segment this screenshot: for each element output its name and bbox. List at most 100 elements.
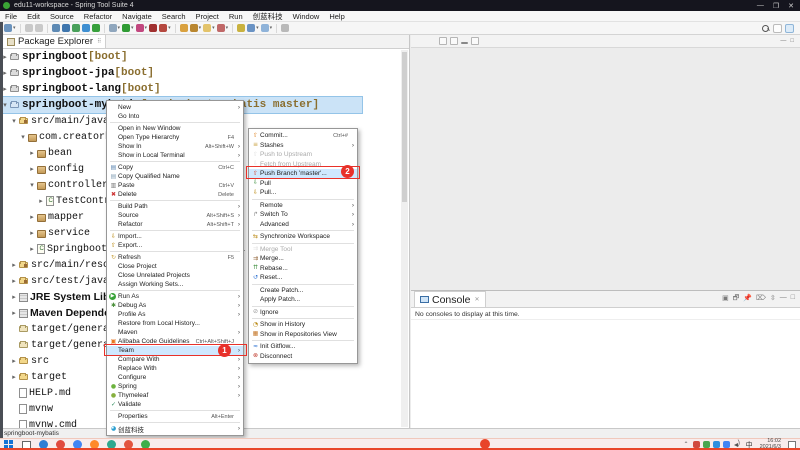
menu-item-import[interactable]: ⇩Import... bbox=[107, 232, 243, 241]
minimize-view-icon[interactable]: — bbox=[780, 38, 786, 44]
tree-expander-icon[interactable]: ▸ bbox=[10, 261, 18, 269]
menubar-item-help[interactable]: Help bbox=[324, 11, 349, 22]
tray-blue-icon[interactable] bbox=[713, 441, 720, 448]
menubar-item-window[interactable]: Window bbox=[288, 11, 325, 22]
menu-item-close-project[interactable]: Close Project bbox=[107, 262, 243, 271]
tree-item-springboot-jpa[interactable]: ▸springboot-jpa [boot] bbox=[0, 65, 409, 81]
menu-item-maven[interactable]: Maven› bbox=[107, 328, 243, 337]
tray-green-icon[interactable] bbox=[703, 441, 710, 448]
toolbar-new-server-button[interactable] bbox=[72, 24, 80, 32]
tree-expander-icon[interactable]: ▸ bbox=[37, 197, 45, 205]
menu-item-ignore[interactable]: ⊘Ignore bbox=[249, 308, 357, 318]
menu-item-rebase[interactable]: ⇈Rebase... bbox=[249, 264, 357, 274]
close-console-tab-icon[interactable]: ✕ bbox=[475, 296, 480, 303]
toolbar-pin-editor-button[interactable] bbox=[281, 24, 289, 32]
toolbar-last-edit-button[interactable] bbox=[237, 24, 245, 32]
menubar-item-source[interactable]: Source bbox=[45, 11, 79, 22]
menubar-item-refactor[interactable]: Refactor bbox=[79, 11, 117, 22]
quick-access-search-icon[interactable] bbox=[762, 25, 769, 32]
toolbar-terminal-button[interactable] bbox=[52, 24, 60, 32]
java-perspective-icon[interactable] bbox=[785, 24, 794, 33]
menu-item-show-in-repositories-view[interactable]: ▦Show in Repositories View bbox=[249, 330, 357, 340]
tray-chevron-icon[interactable]: ⌃ bbox=[684, 441, 689, 448]
scrollbar-thumb[interactable] bbox=[402, 52, 407, 202]
menu-item-refresh[interactable]: ↻RefreshF5 bbox=[107, 253, 243, 262]
console-maximize-icon[interactable]: □ bbox=[791, 294, 795, 305]
console-minimize-icon[interactable]: — bbox=[780, 294, 787, 305]
console-clear-console-icon[interactable]: ⌦ bbox=[756, 294, 766, 305]
toolbar-stop-button[interactable] bbox=[149, 24, 157, 32]
tree-item-springboot-lang[interactable]: ▸springboot-lang [boot] bbox=[0, 81, 409, 97]
tab-package-explorer[interactable]: Package Explorer ⠿ bbox=[2, 34, 106, 48]
toolbar-save-button[interactable] bbox=[25, 24, 33, 32]
menu-item-disconnect[interactable]: ⊗Disconnect bbox=[249, 352, 357, 362]
menu-item-go-into[interactable]: Go Into bbox=[107, 112, 243, 121]
tree-expander-icon[interactable]: ▸ bbox=[10, 373, 18, 381]
menu-item-synchronize-workspace[interactable]: ⇆Synchronize Workspace bbox=[249, 232, 357, 242]
menu-item-thymeleaf[interactable]: ●Thymeleaf› bbox=[107, 391, 243, 400]
menu-item-delete[interactable]: ✖DeleteDelete bbox=[107, 190, 243, 199]
menu-item-pull[interactable]: ⇩Pull... bbox=[249, 188, 357, 198]
menu-item-remote[interactable]: Remote› bbox=[249, 201, 357, 211]
menubar-item-project[interactable]: Project bbox=[191, 11, 224, 22]
toolbar-run-button[interactable]: ▾ bbox=[136, 24, 148, 32]
menu-item-export[interactable]: ⇧Export... bbox=[107, 241, 243, 250]
menu-item-show-in-history[interactable]: ◔Show in History bbox=[249, 320, 357, 330]
menu-item-pull[interactable]: ⇩Pull bbox=[249, 179, 357, 189]
toolbar-search-button[interactable]: ▾ bbox=[190, 24, 202, 32]
menubar-item-navigate[interactable]: Navigate bbox=[117, 11, 157, 22]
menu-item-refactor[interactable]: RefactorAlt+Shift+T› bbox=[107, 220, 243, 229]
menu-item-configure[interactable]: Configure› bbox=[107, 373, 243, 382]
menu-item-profile-as[interactable]: Profile As› bbox=[107, 310, 243, 319]
toolbar-new-button[interactable]: ▾ bbox=[4, 24, 16, 32]
maximize-icon[interactable]: ❐ bbox=[773, 2, 779, 10]
link-with-editor-icon[interactable] bbox=[439, 37, 447, 45]
tree-expander-icon[interactable]: ▸ bbox=[10, 357, 18, 365]
menu-item-properties[interactable]: PropertiesAlt+Enter bbox=[107, 412, 243, 421]
menu-item-init-gitflow[interactable]: ≈Init Gitflow... bbox=[249, 342, 357, 352]
toolbar-new-wizard-button[interactable] bbox=[180, 24, 188, 32]
console-scroll-lock-icon[interactable]: ⇳ bbox=[770, 294, 776, 305]
menu-item-spring[interactable]: ●Spring› bbox=[107, 382, 243, 391]
tray-red-icon[interactable] bbox=[693, 441, 700, 448]
menu-item-创蓝科技[interactable]: ◕创蓝科技› bbox=[107, 424, 243, 433]
minimize-icon[interactable] bbox=[461, 42, 468, 44]
menu-item-reset[interactable]: ↺Reset... bbox=[249, 273, 357, 283]
menu-item-run-as[interactable]: ▶Run As› bbox=[107, 292, 243, 301]
toolbar-relaunch-button[interactable]: ▾ bbox=[159, 24, 171, 32]
tree-expander-icon[interactable]: ▸ bbox=[28, 245, 36, 253]
toolbar-ai-assist-button[interactable] bbox=[82, 24, 90, 32]
menu-item-replace-with[interactable]: Replace With› bbox=[107, 364, 243, 373]
menu-item-restore-from-local-history[interactable]: Restore from Local History... bbox=[107, 319, 243, 328]
menu-item-new[interactable]: New› bbox=[107, 103, 243, 112]
toolbar-forward-button[interactable]: ▾ bbox=[261, 24, 273, 32]
menu-item-advanced[interactable]: Advanced› bbox=[249, 220, 357, 230]
toolbar-open-console-button[interactable] bbox=[62, 24, 70, 32]
menu-item-open-type-hierarchy[interactable]: Open Type HierarchyF4 bbox=[107, 133, 243, 142]
menubar-item-edit[interactable]: Edit bbox=[22, 11, 45, 22]
menubar-item-创蓝科技[interactable]: 创蓝科技 bbox=[248, 11, 288, 22]
menu-item-show-in[interactable]: Show InAlt+Shift+W› bbox=[107, 142, 243, 151]
console-display-selected-console-icon[interactable]: 🗗 bbox=[733, 294, 740, 305]
tray-chrome-icon[interactable] bbox=[723, 441, 730, 448]
tree-expander-icon[interactable]: ▸ bbox=[28, 229, 36, 237]
menu-item-commit[interactable]: ⇧Commit...Ctrl+# bbox=[249, 131, 357, 141]
menu-item-stashes[interactable]: ≡Stashes› bbox=[249, 141, 357, 151]
toolbar-open-resource-button[interactable]: ▾ bbox=[203, 24, 215, 32]
console-open-console-icon[interactable]: ▣ bbox=[722, 294, 729, 305]
tree-expander-icon[interactable]: ▸ bbox=[28, 213, 36, 221]
maximize-icon[interactable] bbox=[471, 37, 479, 45]
menu-item-merge[interactable]: ⇉Merge... bbox=[249, 254, 357, 264]
toolbar-debug-button[interactable]: ▾ bbox=[122, 24, 134, 32]
menu-item-switch-to[interactable]: ↱Switch To› bbox=[249, 210, 357, 220]
close-icon[interactable]: ✕ bbox=[788, 2, 794, 10]
menu-item-paste[interactable]: ▥PasteCtrl+V bbox=[107, 181, 243, 190]
tree-expander-icon[interactable]: ▸ bbox=[10, 293, 18, 301]
menu-item-close-unrelated-projects[interactable]: Close Unrelated Projects bbox=[107, 271, 243, 280]
menu-item-validate[interactable]: ✓Validate bbox=[107, 400, 243, 409]
console-pin-console-icon[interactable]: 📌 bbox=[743, 294, 752, 305]
menu-item-apply-patch[interactable]: Apply Patch... bbox=[249, 295, 357, 305]
menu-item-show-in-local-terminal[interactable]: Show in Local Terminal› bbox=[107, 151, 243, 160]
menu-item-debug-as[interactable]: ✱Debug As› bbox=[107, 301, 243, 310]
toolbar-save-all-button[interactable] bbox=[35, 24, 43, 32]
